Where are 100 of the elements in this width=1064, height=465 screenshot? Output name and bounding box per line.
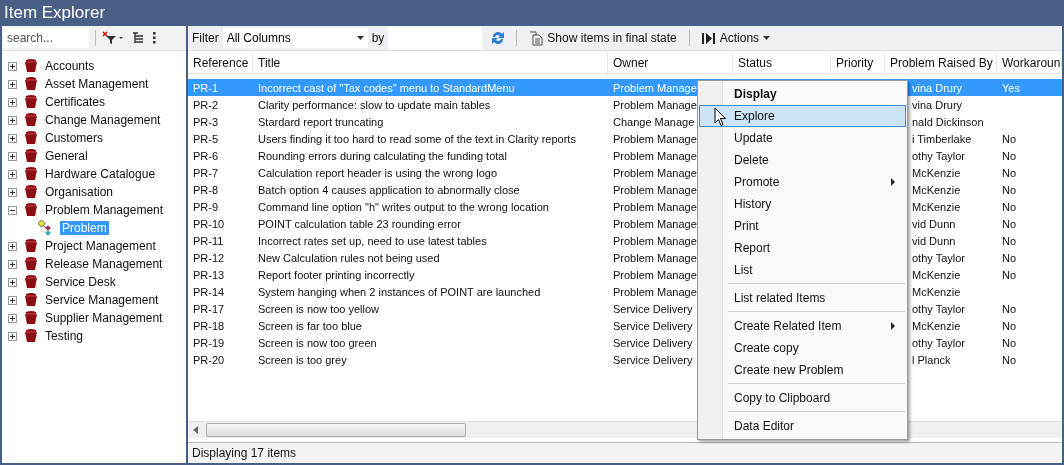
table-cell: Problem Manage	[613, 200, 697, 213]
table-cell: PR-17	[193, 302, 225, 315]
table-cell: Command line option "h" writes output to the wrong location	[258, 200, 549, 213]
column-select[interactable]: All Columns	[222, 28, 368, 48]
table-cell: Problem Manage	[613, 149, 697, 162]
menu-item[interactable]: Create copy	[699, 337, 906, 359]
clear-filter-icon[interactable]	[102, 31, 124, 45]
tree-item[interactable]: Supplier Management	[45, 311, 163, 325]
submenu-arrow-icon	[891, 178, 895, 186]
scroll-left-icon[interactable]	[192, 426, 200, 434]
table-cell: McKenzie	[912, 268, 961, 281]
table-cell: Yes	[1002, 81, 1020, 94]
table-cell: No	[1002, 149, 1017, 162]
menu-item[interactable]: Delete	[699, 149, 906, 171]
filter-value-field[interactable]	[388, 27, 483, 49]
expand-icon[interactable]	[8, 331, 17, 341]
tree-item[interactable]: Release Management	[45, 257, 163, 271]
table-cell: PR-6	[193, 149, 219, 162]
expand-icon[interactable]	[8, 187, 17, 197]
tree-item[interactable]: Hardware Catalogue	[45, 167, 156, 181]
menu-item[interactable]: History	[699, 193, 906, 215]
expand-icon[interactable]	[8, 259, 17, 269]
expand-icon[interactable]	[8, 169, 17, 179]
table-cell: Problem Manage	[613, 251, 697, 264]
table-cell: McKenzie	[912, 166, 961, 179]
mouse-cursor-icon	[714, 107, 727, 127]
table-cell: othy Taylor	[912, 336, 965, 349]
tree-item[interactable]: Service Desk	[45, 275, 116, 289]
tree-item[interactable]: Problem Management	[45, 203, 164, 217]
dropdown-caret-icon	[763, 36, 771, 40]
menu-item[interactable]: List related Items	[699, 287, 906, 309]
expand-icon[interactable]	[8, 61, 17, 71]
expand-icon[interactable]	[8, 277, 17, 287]
expand-icon[interactable]	[8, 313, 17, 323]
table-cell: No	[1002, 302, 1017, 315]
bucket-icon	[23, 239, 39, 253]
tree-icon[interactable]	[132, 32, 144, 44]
menu-item[interactable]: Data Editor	[699, 415, 906, 437]
tree-item[interactable]: Accounts	[45, 59, 95, 73]
tree-item[interactable]: Change Management	[45, 113, 161, 127]
menu-item[interactable]: Create new Problem	[699, 359, 906, 381]
table-cell: System hanging when 2 instances of POINT are launched	[258, 285, 541, 298]
tree-item[interactable]: Testing	[45, 329, 84, 343]
table-cell: Problem Manage	[613, 268, 697, 281]
final-state-button[interactable]: Show items in final state	[527, 30, 679, 46]
scrollbar-thumb[interactable]	[206, 423, 466, 437]
tree-item[interactable]: Certificates	[45, 95, 106, 109]
tree-item[interactable]: Project Management	[45, 239, 156, 253]
table-cell: Screen is too grey	[258, 353, 347, 366]
column-header[interactable]: Owner	[608, 53, 733, 73]
expand-icon[interactable]	[8, 79, 17, 89]
table-cell: PR-13	[193, 268, 225, 281]
table-cell: PR-3	[193, 115, 219, 128]
expand-icon[interactable]	[8, 241, 17, 251]
table-cell: No	[1002, 132, 1017, 145]
menu-item[interactable]: List	[699, 259, 906, 281]
tree-item[interactable]: Service Management	[45, 293, 159, 307]
table-cell: McKenzie	[912, 183, 961, 196]
column-header[interactable]: Workaroun	[997, 53, 1062, 73]
menu-item[interactable]: Create Related Item	[699, 315, 906, 337]
table-cell: No	[1002, 268, 1017, 281]
expand-icon[interactable]	[8, 151, 17, 161]
menu-item[interactable]: Update	[699, 127, 906, 149]
table-cell: Problem Manage	[613, 166, 697, 179]
expand-icon[interactable]	[8, 133, 17, 143]
table-cell: McKenzie	[912, 200, 961, 213]
menu-item[interactable]: Explore	[699, 105, 906, 127]
bucket-icon	[23, 185, 39, 199]
column-header[interactable]: Title	[253, 53, 608, 73]
table-cell: PR-2	[193, 98, 219, 111]
table-cell: othy Taylor	[912, 302, 965, 315]
menu-item[interactable]: Copy to Clipboard	[699, 387, 906, 409]
tree-item[interactable]: Organisation	[45, 185, 114, 199]
table-cell: PR-12	[193, 251, 225, 264]
table-cell: No	[1002, 217, 1017, 230]
tree-item[interactable]: Customers	[45, 131, 103, 145]
collapse-icon[interactable]	[8, 205, 17, 215]
actions-button[interactable]: Actions	[699, 31, 773, 45]
tree-item[interactable]: General	[45, 149, 88, 163]
expand-icon[interactable]	[8, 295, 17, 305]
menu-item[interactable]: Report	[699, 237, 906, 259]
bucket-icon	[23, 59, 39, 73]
menu-item[interactable]: Display	[699, 83, 906, 105]
table-cell: Problem Manage	[613, 98, 697, 111]
expand-icon[interactable]	[8, 97, 17, 107]
table-cell: PR-18	[193, 319, 225, 332]
refresh-icon[interactable]	[490, 30, 507, 46]
column-header[interactable]: Reference	[188, 53, 253, 73]
menu-item[interactable]: Promote	[699, 171, 906, 193]
menu-item[interactable]: Print	[699, 215, 906, 237]
column-header[interactable]: Problem Raised By	[885, 53, 997, 73]
more-icon[interactable]	[152, 32, 156, 44]
expand-icon[interactable]	[8, 115, 17, 125]
submenu-arrow-icon	[891, 322, 895, 330]
column-header[interactable]: Priority	[831, 53, 885, 73]
column-header[interactable]: Status	[733, 53, 831, 73]
search-field[interactable]: search...	[3, 28, 89, 48]
table-cell: New Calculation rules not being used	[258, 251, 440, 264]
tree-item[interactable]: Asset Management	[45, 77, 149, 91]
table-cell: PR-9	[193, 200, 219, 213]
